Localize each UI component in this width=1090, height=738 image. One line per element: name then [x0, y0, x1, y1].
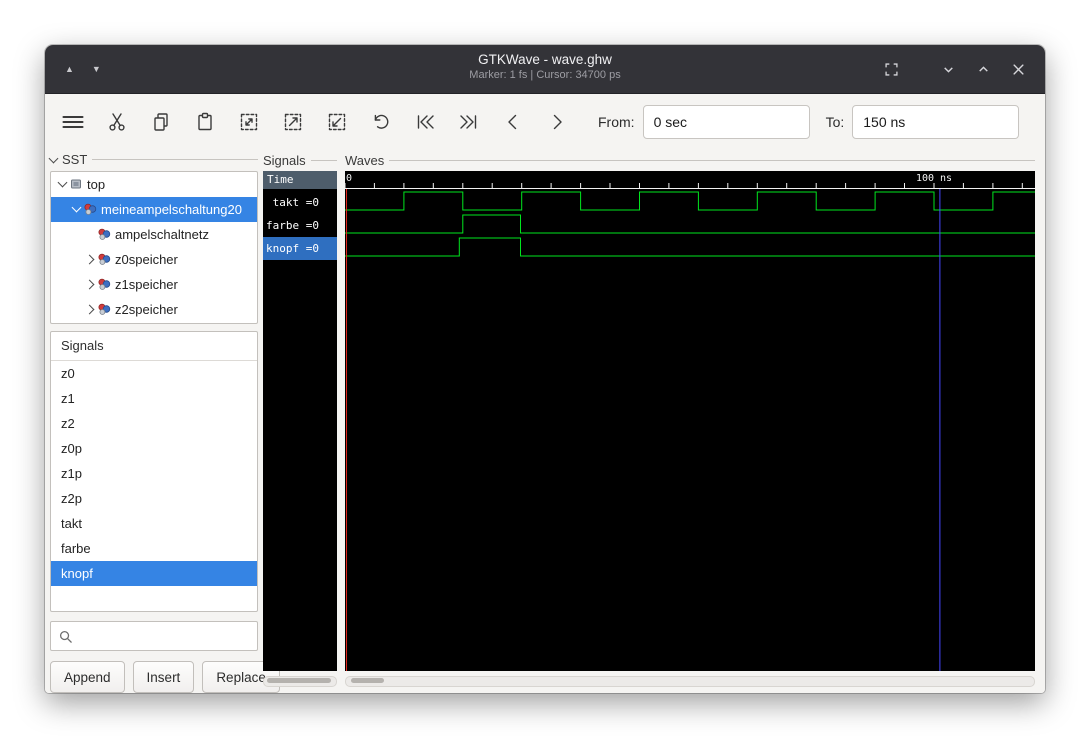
tree-item-label: z2speicher: [115, 301, 178, 317]
skip-to-end-button[interactable]: [455, 106, 483, 138]
step-left-button[interactable]: [499, 106, 527, 138]
skip-to-start-button[interactable]: [411, 106, 439, 138]
waves-panel[interactable]: 0 100 ns: [345, 171, 1035, 671]
signal-search[interactable]: [50, 621, 258, 651]
window-subtitle: Marker: 1 fs | Cursor: 34700 ps: [469, 69, 621, 81]
tree-item-top[interactable]: top: [51, 172, 257, 197]
tree-item-z0speicher[interactable]: z0speicher: [51, 247, 257, 272]
signal-names-panel: Time takt =0 farbe =0 knopf =0: [263, 171, 337, 671]
frame-line: [389, 159, 1035, 161]
fullscreen-icon[interactable]: [882, 60, 900, 78]
module-icon: [97, 252, 115, 266]
names-hscrollbar[interactable]: [263, 676, 337, 687]
module-icon: [97, 302, 115, 316]
tree-item-label: z1speicher: [115, 276, 178, 292]
sst-header-label: SST: [62, 152, 88, 168]
window-title: GTKWave - wave.ghw: [478, 52, 612, 67]
time-header[interactable]: Time: [263, 171, 337, 189]
close-icon[interactable]: [1009, 60, 1027, 78]
zoom-out-button[interactable]: [323, 106, 351, 138]
signal-names-column: Signals Time takt =0 farbe =0 knopf =0: [263, 150, 337, 693]
expander-icon[interactable]: [83, 254, 97, 265]
insert-button[interactable]: Insert: [132, 661, 195, 693]
paste-button[interactable]: [191, 106, 219, 138]
window-title-group: GTKWave - wave.ghw Marker: 1 fs | Cursor…: [469, 52, 620, 81]
append-button[interactable]: Append: [50, 661, 125, 693]
tree-item-label: meineampelschaltung20: [101, 201, 242, 217]
toolbar: From: To:: [45, 94, 1045, 150]
tree-item-z1speicher[interactable]: z1speicher: [51, 272, 257, 297]
main-area: SST top meineampelschaltung20 ampelschal…: [45, 150, 1045, 693]
search-input[interactable]: [79, 627, 250, 645]
cut-button[interactable]: [103, 106, 131, 138]
list-item-z0[interactable]: z0: [51, 361, 257, 386]
signal-list: z0 z1 z2 z0p z1p z2p takt farbe knopf: [51, 361, 257, 586]
signal-list-panel: Signals z0 z1 z2 z0p z1p z2p takt farbe …: [50, 330, 258, 613]
waves-frame-label: Waves: [345, 152, 385, 168]
maximize-icon[interactable]: [974, 60, 992, 78]
expander-icon[interactable]: [83, 279, 97, 290]
frame-line: [310, 159, 337, 161]
list-item-z1[interactable]: z1: [51, 386, 257, 411]
tree-item-label: top: [87, 176, 106, 192]
list-item-farbe[interactable]: farbe: [51, 536, 257, 561]
list-item-takt[interactable]: takt: [51, 511, 257, 536]
copy-button[interactable]: [147, 106, 175, 138]
scrollbar-thumb[interactable]: [351, 678, 384, 683]
sst-tree: top meineampelschaltung20 ampelschaltnet…: [50, 170, 258, 324]
minimize-icon[interactable]: [939, 60, 957, 78]
expander-icon[interactable]: [69, 202, 83, 213]
list-item-z1p[interactable]: z1p: [51, 461, 257, 486]
signal-action-buttons: Append Insert Replace: [50, 661, 280, 693]
module-icon: [83, 202, 101, 216]
list-item-knopf[interactable]: knopf: [51, 560, 257, 586]
signal-row-takt[interactable]: takt =0: [263, 191, 337, 214]
wave-canvas[interactable]: 0 100 ns: [345, 171, 1035, 671]
menu-button[interactable]: [59, 106, 87, 138]
module-icon: [97, 227, 115, 241]
expander-icon[interactable]: [55, 177, 69, 188]
tree-item-ampelschaltnetz[interactable]: ampelschaltnetz: [51, 222, 257, 247]
waves-column: Waves 0 100 ns: [345, 150, 1035, 693]
step-right-button[interactable]: [543, 106, 571, 138]
frame-line: [92, 159, 258, 161]
from-label: From:: [598, 114, 635, 130]
svg-text:100 ns: 100 ns: [916, 173, 952, 184]
signal-list-header: Signals: [51, 332, 257, 361]
signal-row-knopf[interactable]: knopf =0: [263, 237, 337, 260]
expander-icon[interactable]: [83, 304, 97, 315]
tree-item-label: z0speicher: [115, 251, 178, 267]
list-item-z2[interactable]: z2: [51, 411, 257, 436]
signals-frame-label: Signals: [263, 152, 306, 168]
chip-icon: [69, 177, 87, 191]
undo-button[interactable]: [367, 106, 395, 138]
tree-item-label: ampelschaltnetz: [115, 226, 209, 242]
titlebar[interactable]: ▲ ▼ GTKWave - wave.ghw Marker: 1 fs | Cu…: [45, 45, 1045, 94]
tree-item-z2speicher[interactable]: z2speicher: [51, 297, 257, 322]
list-item-z2p[interactable]: z2p: [51, 486, 257, 511]
titlebar-down-arrow-icon[interactable]: ▼: [92, 64, 101, 74]
from-input[interactable]: [642, 105, 810, 139]
gtkwave-window: ▲ ▼ GTKWave - wave.ghw Marker: 1 fs | Cu…: [45, 45, 1045, 693]
search-icon: [59, 630, 72, 643]
svg-text:0: 0: [346, 173, 352, 184]
tree-item-meineampelschaltung20[interactable]: meineampelschaltung20: [51, 196, 257, 222]
to-input[interactable]: [852, 105, 1020, 139]
zoom-fit-button[interactable]: [235, 106, 263, 138]
sst-header[interactable]: SST: [48, 150, 258, 170]
titlebar-up-arrow-icon[interactable]: ▲: [65, 64, 74, 74]
waves-hscrollbar[interactable]: [345, 676, 1035, 687]
module-icon: [97, 277, 115, 291]
scrollbar-thumb[interactable]: [267, 678, 331, 683]
zoom-in-button[interactable]: [279, 106, 307, 138]
collapse-chevron-icon[interactable]: [48, 153, 59, 164]
sst-column: SST top meineampelschaltung20 ampelschal…: [48, 150, 280, 693]
to-label: To:: [825, 114, 845, 130]
signal-row-farbe[interactable]: farbe =0: [263, 214, 337, 237]
list-item-z0p[interactable]: z0p: [51, 436, 257, 461]
